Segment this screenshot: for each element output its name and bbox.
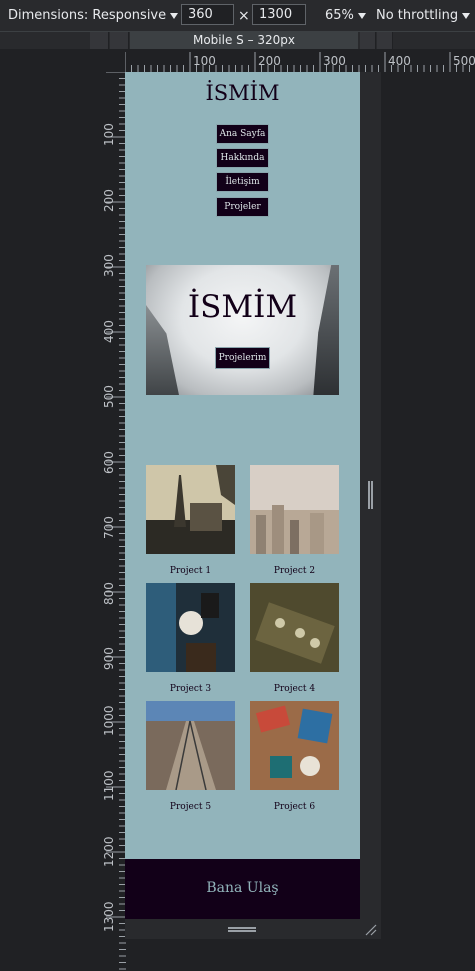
footer-contact[interactable]: Bana Ulaş [125,859,360,919]
dimensions-label: Dimensions: Responsive [8,8,167,23]
ruler-tick-label: 1100 [102,770,116,801]
project-4-image[interactable] [250,583,339,672]
ruler-tick-label: 500 [102,385,116,408]
ruler-tick-label: 900 [102,647,116,670]
project-label: Project 2 [273,566,316,576]
ruler-left: 100 200 300 400 500 600 700 800 900 1000 1100 1200 1… [102,72,126,971]
ruler-tick-label: 800 [102,581,116,605]
ruler-tick-label: 1200 [102,835,116,867]
nav-home-button[interactable]: Ana Sayfa [216,124,269,144]
media-query-segment[interactable] [90,32,109,49]
zoom-dropdown[interactable]: 65% [325,0,366,31]
ruler-tick-label: 400 [102,319,116,343]
ruler-tick-label: 300 [323,54,346,68]
chevron-down-icon [170,12,179,19]
project-5-image[interactable] [146,701,235,791]
chevron-down-icon [462,12,471,19]
ruler-tick-label: 500 [453,54,475,68]
zoom-label: 65% [325,8,354,23]
device-viewport[interactable]: İSMİM Ana Sayfa Hakkında İletişim Projel… [125,72,360,919]
ruler-tick-label: 1000 [102,704,116,736]
hero-title: İSMİM [187,289,298,325]
hero-banner: İSMİM Projelerim [146,265,339,395]
ruler-tick-label: 1300 [102,901,116,932]
project-1-image[interactable] [146,465,235,554]
media-query-segment[interactable] [377,32,393,49]
ruler-tick-label: 100 [102,123,116,146]
ruler-tick-label: 600 [102,450,116,474]
ruler-top: 100 200 300 400 500 [125,52,475,72]
dimensions-dropdown[interactable]: Dimensions: Responsive [8,0,179,31]
media-query-bar: Mobile S – 320px [0,32,475,49]
throttling-label: No throttling [376,8,459,23]
media-query-segment[interactable] [360,32,376,49]
project-label: Project 6 [273,802,316,812]
media-query-segment[interactable] [110,32,129,49]
project-label: Project 4 [273,684,316,694]
devtools-toolbar: Dimensions: Responsive 360 × 1300 65% No… [0,0,475,32]
nav-about-button[interactable]: Hakkında [216,148,269,168]
project-card[interactable]: Project 1 [146,465,235,576]
nav-contact-button[interactable]: İletişim [216,172,269,192]
ruler-tick-label: 300 [102,254,116,277]
project-card[interactable]: Project 6 [250,701,339,812]
hero-cliff-image [313,265,339,395]
ruler-tick-label: 200 [102,188,116,212]
hero-projects-button[interactable]: Projelerim [215,347,270,369]
project-label: Project 1 [169,566,212,576]
project-2-image[interactable] [250,465,339,554]
ruler-tick-label: 100 [193,54,216,68]
throttling-dropdown[interactable]: No throttling [376,0,471,31]
ruler-tick-label: 200 [258,54,281,68]
corner-resize-icon[interactable] [365,924,377,936]
project-card[interactable]: Project 2 [250,465,339,576]
ruler-tick-label: 700 [102,516,116,539]
chevron-down-icon [357,12,366,19]
height-resize-handle[interactable] [228,927,256,932]
project-6-image[interactable] [250,701,339,790]
project-label: Project 3 [169,684,212,694]
ruler-tick-label: 400 [388,54,411,68]
times-sign: × [238,7,250,24]
project-card[interactable]: Project 4 [250,583,339,694]
project-card[interactable]: Project 5 [146,701,235,812]
site-title: İSMİM [205,81,280,105]
project-3-image[interactable] [146,583,235,672]
height-input[interactable]: 1300 [252,4,306,25]
width-resize-handle[interactable] [368,481,373,509]
width-input[interactable]: 360 [181,4,234,25]
project-label: Project 5 [169,802,212,812]
media-query-label[interactable]: Mobile S – 320px [130,32,358,49]
nav-projects-button[interactable]: Projeler [216,197,269,217]
project-card[interactable]: Project 3 [146,583,235,694]
